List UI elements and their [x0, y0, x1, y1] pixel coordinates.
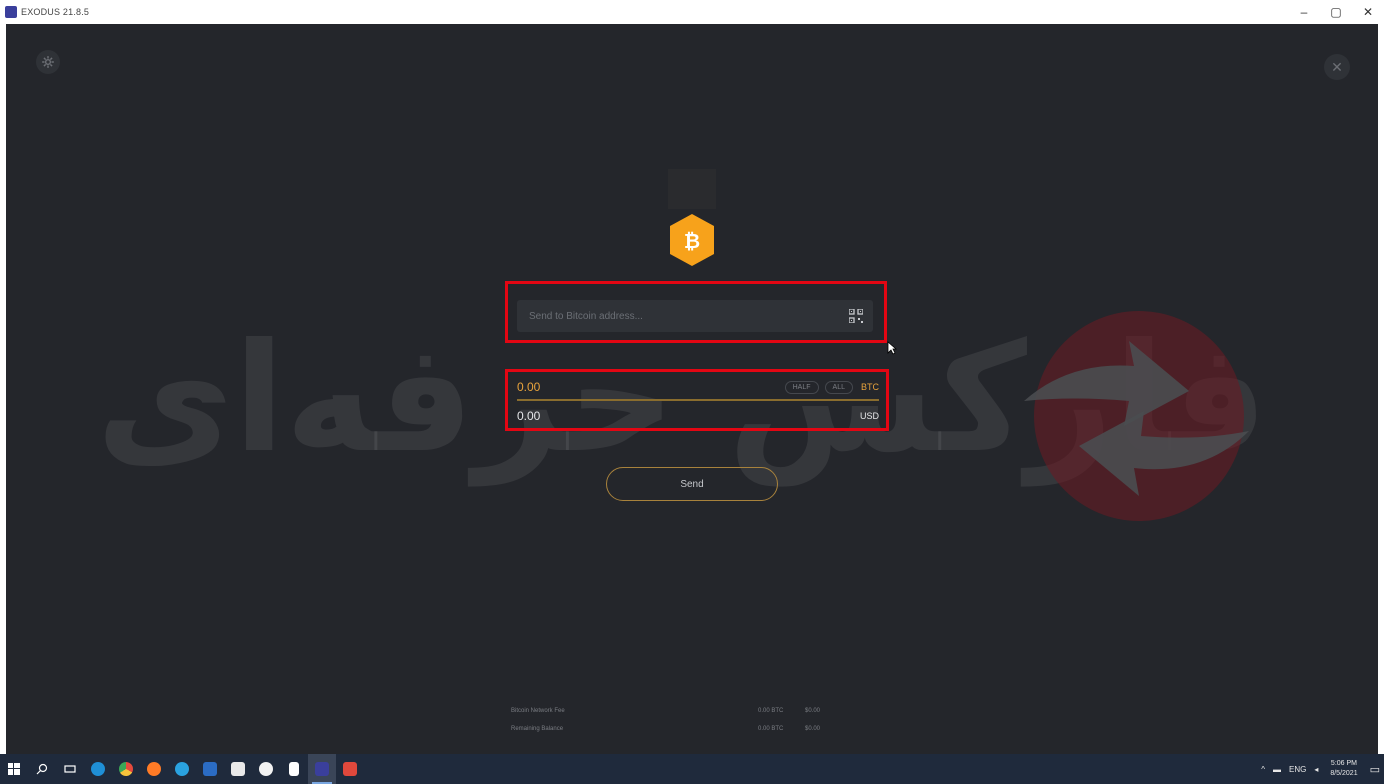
amount-highlight-box: 0.00 HALF ALL BTC 0.00 USD [505, 369, 889, 431]
taskbar-edge[interactable] [84, 754, 112, 784]
chevron-up-icon[interactable]: ^ [1261, 765, 1265, 774]
fee-row-network: Bitcoin Network Fee 0.00 BTC $0.00 [511, 702, 891, 720]
search-button[interactable] [28, 754, 56, 784]
minimize-button[interactable]: – [1288, 0, 1320, 24]
gear-icon [42, 56, 54, 68]
usd-amount-row: 0.00 USD [517, 403, 879, 429]
start-button[interactable] [0, 754, 28, 784]
btc-amount-row: 0.00 HALF ALL BTC [517, 375, 879, 401]
remaining-btc: 0.00 BTC [758, 726, 784, 732]
taskbar-app2[interactable] [252, 754, 280, 784]
task-view-icon [64, 765, 76, 773]
qr-code-icon[interactable] [849, 309, 863, 323]
clock-date: 8/5/2021 [1330, 770, 1358, 777]
window-controls: – ▢ ✕ [1288, 0, 1384, 24]
address-field [517, 300, 873, 332]
taskbar-firefox[interactable] [140, 754, 168, 784]
exodus-icon [315, 762, 329, 776]
window-titlebar: EXODUS 21.8.5 – ▢ ✕ [0, 0, 1384, 24]
bitcoin-icon: ₿ [670, 214, 714, 266]
remaining-usd: $0.00 [805, 726, 821, 732]
remaining-label: Remaining Balance [511, 726, 564, 732]
half-button[interactable]: HALF [784, 380, 819, 394]
fee-label: Bitcoin Network Fee [511, 708, 565, 714]
close-window-button[interactable]: ✕ [1352, 0, 1384, 24]
btc-unit: BTC [861, 382, 879, 392]
all-button[interactable]: ALL [824, 380, 853, 394]
fee-summary: Bitcoin Network Fee 0.00 BTC $0.00 Remai… [511, 702, 891, 738]
fee-btc: 0.00 BTC [758, 708, 784, 714]
network-icon[interactable]: ▬ [1273, 765, 1281, 774]
search-icon [36, 763, 48, 775]
clock[interactable]: 5:06 PM 8/5/2021 [1330, 759, 1357, 779]
coin-placeholder [668, 169, 716, 209]
settings-button[interactable] [36, 50, 60, 74]
usd-amount-input[interactable]: 0.00 [517, 409, 852, 423]
taskbar-exodus[interactable] [308, 754, 336, 784]
language-indicator[interactable]: ENG [1289, 765, 1306, 774]
firefox-icon [147, 762, 161, 776]
windows-logo-icon [8, 763, 20, 775]
fee-row-remaining: Remaining Balance 0.00 BTC $0.00 [511, 720, 891, 738]
store-icon [231, 762, 245, 776]
task-view-button[interactable] [56, 754, 84, 784]
close-send-button[interactable]: ✕ [1324, 54, 1350, 80]
fee-usd: $0.00 [805, 708, 821, 714]
taskbar-app[interactable] [168, 754, 196, 784]
edge-icon [91, 762, 105, 776]
bitcoin-symbol: ₿ [684, 229, 700, 253]
word-icon [203, 762, 217, 776]
windows-taskbar: ^ ▬ ENG ◂ 5:06 PM 8/5/2021 ▭ [0, 754, 1384, 784]
address-highlight-box [505, 281, 887, 343]
taskbar-store[interactable] [224, 754, 252, 784]
clock-time: 5:06 PM [1330, 760, 1357, 767]
taskbar-notepad[interactable] [280, 754, 308, 784]
red-app-icon [343, 762, 357, 776]
maximize-button[interactable]: ▢ [1320, 0, 1352, 24]
notification-icon[interactable]: ▭ [1370, 763, 1380, 776]
notepad-icon [289, 762, 299, 776]
circle-app-icon [259, 762, 273, 776]
btc-amount-input[interactable]: 0.00 [517, 380, 779, 394]
mouse-cursor-icon [887, 341, 897, 355]
window-title: EXODUS 21.8.5 [21, 7, 90, 17]
usd-unit: USD [859, 411, 879, 421]
address-input[interactable] [529, 300, 829, 332]
taskbar-word[interactable] [196, 754, 224, 784]
chrome-icon [119, 762, 133, 776]
watermark-logo-icon [1024, 311, 1249, 521]
send-button[interactable]: Send [606, 467, 778, 501]
taskbar-app3[interactable] [336, 754, 364, 784]
taskbar-chrome[interactable] [112, 754, 140, 784]
volume-icon[interactable]: ◂ [1314, 765, 1318, 774]
exodus-app-icon [5, 6, 17, 18]
close-icon: ✕ [1331, 58, 1343, 75]
system-tray: ^ ▬ ENG ◂ 5:06 PM 8/5/2021 ▭ [1257, 754, 1384, 784]
app-icon [175, 762, 189, 776]
exodus-send-screen: ✕ فارکس حرفه‌ای ₿ 0. [6, 24, 1378, 754]
